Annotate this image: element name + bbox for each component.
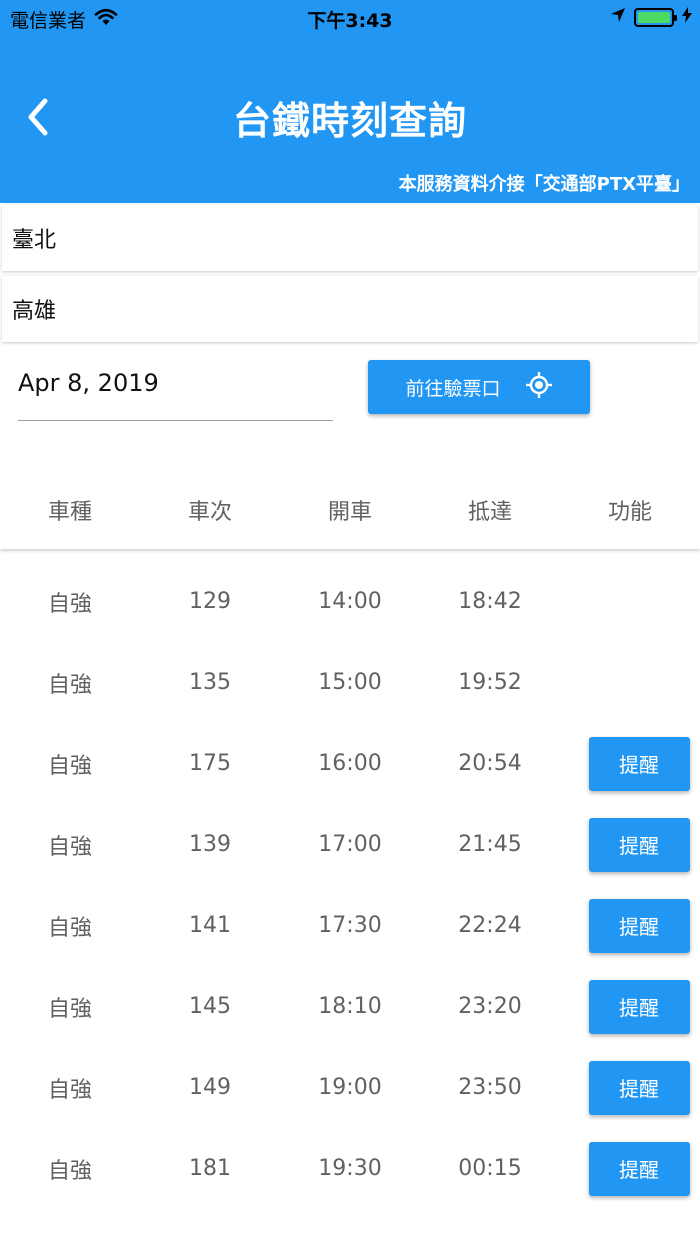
departure-time-cell: 19:30 [318, 1156, 382, 1181]
train-type-cell: 自強 [47, 834, 92, 860]
train-type-cell: 自強 [47, 915, 92, 941]
timetable-header: 車種 車次 開車 抵達 功能 [0, 470, 700, 549]
table-row: 自強 129 14:00 18:42 [0, 561, 700, 642]
table-row: 自強 181 19:30 00:15 提醒 [0, 1128, 700, 1209]
header-train-type: 車種 [47, 499, 92, 525]
destination-station-field[interactable]: 高雄 [2, 276, 698, 342]
go-to-gate-button[interactable]: 前往驗票口 [368, 360, 590, 414]
train-type-cell: 自強 [47, 753, 92, 779]
timetable-list: 自強 129 14:00 18:42 自強 135 15:00 19:52 自強 175 16:00… [0, 561, 700, 1209]
train-type-cell: 自強 [47, 996, 92, 1022]
remind-button[interactable]: 提醒 [588, 736, 690, 791]
remind-button[interactable]: 提醒 [588, 1141, 690, 1196]
data-source-note: 本服務資料介接「交通部PTX平臺」 [398, 174, 690, 195]
header-function: 功能 [607, 499, 652, 525]
departure-time-cell: 19:00 [318, 1075, 382, 1100]
arrival-time-cell: 21:45 [458, 832, 522, 857]
header-train-number: 車次 [187, 499, 232, 525]
location-arrow-icon [610, 6, 626, 28]
arrival-time-cell: 23:20 [458, 994, 522, 1019]
arrival-time-cell: 00:15 [458, 1156, 522, 1181]
action-cell: 提醒 [560, 979, 700, 1034]
table-row: 自強 139 17:00 21:45 提醒 [0, 804, 700, 885]
table-row: 自強 149 19:00 23:50 提醒 [0, 1047, 700, 1128]
status-bar: 電信業者 下午3:43 [0, 0, 700, 36]
status-right [610, 6, 692, 28]
departure-time-cell: 14:00 [318, 589, 382, 614]
charging-bolt-icon [682, 6, 692, 28]
battery-icon [634, 7, 677, 27]
app-header: 電信業者 下午3:43 台鐵時刻查詢 本服務資料介接「交通部PTX平臺」 [0, 0, 700, 203]
gate-button-label: 前往驗票口 [405, 377, 501, 400]
arrival-time-cell: 22:24 [458, 913, 522, 938]
page-title: 台鐵時刻查詢 [232, 99, 467, 143]
departure-time-cell: 15:00 [318, 670, 382, 695]
train-number-cell: 175 [189, 751, 231, 776]
remind-button[interactable]: 提醒 [588, 817, 690, 872]
table-row: 自強 135 15:00 19:52 [0, 642, 700, 723]
departure-time-cell: 17:00 [318, 832, 382, 857]
train-number-cell: 181 [189, 1156, 231, 1181]
train-number-cell: 139 [189, 832, 231, 857]
table-row: 自強 175 16:00 20:54 提醒 [0, 723, 700, 804]
header-departure: 開車 [327, 499, 372, 525]
arrival-time-cell: 23:50 [458, 1075, 522, 1100]
date-input[interactable] [18, 360, 333, 421]
action-cell: 提醒 [560, 898, 700, 953]
train-type-cell: 自強 [47, 591, 92, 617]
remind-button[interactable]: 提醒 [588, 979, 690, 1034]
action-cell: 提醒 [560, 1141, 700, 1196]
arrival-time-cell: 18:42 [458, 589, 522, 614]
train-number-cell: 149 [189, 1075, 231, 1100]
remind-button[interactable]: 提醒 [588, 898, 690, 953]
departure-time-cell: 17:30 [318, 913, 382, 938]
train-number-cell: 135 [189, 670, 231, 695]
action-cell: 提醒 [560, 736, 700, 791]
train-type-cell: 自強 [47, 1158, 92, 1184]
train-number-cell: 129 [189, 589, 231, 614]
header-arrival: 抵達 [467, 499, 512, 525]
table-row: 自強 145 18:10 23:20 提醒 [0, 966, 700, 1047]
origin-station-field[interactable]: 臺北 [2, 205, 698, 271]
departure-time-cell: 18:10 [318, 994, 382, 1019]
departure-time-cell: 16:00 [318, 751, 382, 776]
train-number-cell: 141 [189, 913, 231, 938]
train-number-cell: 145 [189, 994, 231, 1019]
gps-target-icon [525, 371, 553, 404]
train-type-cell: 自強 [47, 1077, 92, 1103]
action-cell: 提醒 [560, 817, 700, 872]
status-time: 下午3:43 [307, 10, 393, 32]
arrival-time-cell: 20:54 [458, 751, 522, 776]
remind-button[interactable]: 提醒 [588, 1060, 690, 1115]
arrival-time-cell: 19:52 [458, 670, 522, 695]
train-type-cell: 自強 [47, 672, 92, 698]
table-row: 自強 141 17:30 22:24 提醒 [0, 885, 700, 966]
action-cell: 提醒 [560, 1060, 700, 1115]
battery-level [638, 11, 670, 23]
